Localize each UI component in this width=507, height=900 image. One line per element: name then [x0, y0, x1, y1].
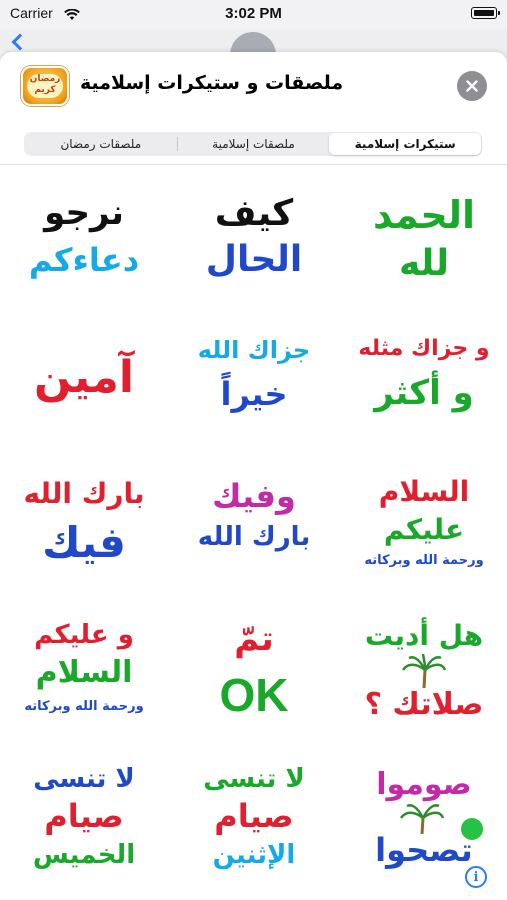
close-icon [466, 80, 478, 92]
sticker-text: و أكثر [374, 373, 474, 413]
info-icon: i [473, 869, 479, 885]
sticker-text: OK [219, 669, 289, 721]
sticker-grid: الحمد لله كيف الحال نرجو دعاءكم و جزاك م… [8, 174, 499, 900]
sticker-text: عليكم [383, 513, 465, 546]
sheet-title: ملصقات و ستيكرات إسلامية [80, 72, 344, 94]
sticker-text: الحال [205, 239, 303, 280]
sticker-text: دعاءكم [28, 241, 140, 279]
sticker-text: لا تنسى [33, 764, 135, 794]
category-tabs: ستيكرات إسلامية ملصقات إسلامية ملصقات رم… [24, 132, 482, 156]
sticker-text: ورحمة الله وبركاته [24, 699, 144, 714]
palm-tree-icon [401, 654, 447, 689]
sticker-text: تمّ [234, 619, 274, 659]
tab-ramadan-labels[interactable]: ملصقات رمضان [25, 133, 177, 155]
sheet-header: رمضان كريم ملصقات و ستيكرات إسلامية [0, 52, 507, 120]
sticker-text: الخميس [32, 840, 136, 870]
sticker-text: الإثنين [212, 840, 296, 870]
sticker-la-tansa-siyam-alithnayn[interactable]: لا تنسى صيام الإثنين [179, 756, 329, 880]
sticker-la-tansa-siyam-alkhamis[interactable]: لا تنسى صيام الخميس [9, 756, 159, 880]
sticker-barak-allah-fik[interactable]: بارك الله فيك [9, 466, 159, 590]
sticker-text: و عليكم [34, 620, 134, 650]
sticker-jazak-allah-khayran[interactable]: جزاك الله خيراً [179, 320, 329, 444]
sticker-text: وفيك [212, 477, 296, 515]
status-time: 3:02 PM [225, 5, 282, 22]
app-icon[interactable]: رمضان كريم [21, 66, 69, 106]
header-divider [0, 164, 507, 165]
sticker-text: لله [398, 243, 450, 284]
sticker-text: صوموا [376, 767, 472, 802]
sticker-text: لا تنسى [203, 764, 305, 794]
sticker-wa-alaykum-assalam[interactable]: و عليكم السلام ورحمة الله وبركاته [9, 610, 159, 734]
sticker-text: السلام [378, 475, 470, 508]
sticker-tamm-ok[interactable]: تمّ OK [179, 610, 329, 734]
sticker-text: ورحمة الله وبركاته [364, 553, 484, 568]
app-icon-text: رمضان كريم [27, 74, 63, 98]
sticker-sheet: رمضان كريم ملصقات و ستيكرات إسلامية ستيك… [0, 52, 507, 900]
sticker-text: بارك الله [23, 477, 145, 510]
sticker-alhamdulillah[interactable]: الحمد لله [349, 174, 499, 298]
sticker-assalamu-alaykum[interactable]: السلام عليكم ورحمة الله وبركاته [349, 466, 499, 590]
sticker-hal-addayta-salatak[interactable]: هل أديت صلاتك ؟ [349, 610, 499, 734]
sticker-text: كيف [214, 193, 294, 234]
sticker-text: نرجو [44, 193, 124, 233]
sticker-text: آمين [34, 352, 134, 403]
sticker-text: فيك [42, 518, 126, 567]
info-button[interactable]: i [465, 866, 487, 888]
whatsapp-icon [461, 818, 483, 840]
sticker-kayf-alhal[interactable]: كيف الحال [179, 174, 329, 298]
sticker-text: صلاتك ؟ [364, 687, 484, 722]
tab-islamic-labels[interactable]: ملصقات إسلامية [178, 133, 330, 155]
status-bar: Carrier 3:02 PM [0, 0, 507, 30]
sticker-narju-duaakum[interactable]: نرجو دعاءكم [9, 174, 159, 298]
battery-icon [471, 7, 500, 19]
sticker-text: و جزاك مثله [358, 336, 490, 361]
sticker-ameen[interactable]: آمين [9, 320, 159, 444]
tab-islamic-stickers[interactable]: ستيكرات إسلامية [329, 133, 481, 155]
sticker-text: صيام [214, 797, 294, 835]
sticker-text: الحمد [372, 193, 476, 237]
sticker-text: هل أديت [364, 619, 484, 652]
sticker-text: صيام [44, 797, 124, 835]
sticker-text: جزاك الله [197, 336, 311, 364]
sticker-wajazak-mithluh[interactable]: و جزاك مثله و أكثر [349, 320, 499, 444]
sticker-wafik-barak-allah[interactable]: وفيك بارك الله [179, 466, 329, 590]
sticker-text: السلام [35, 655, 133, 690]
sticker-text: بارك الله [197, 522, 311, 552]
sticker-text: خيراً [220, 375, 288, 413]
close-button[interactable] [457, 71, 487, 101]
